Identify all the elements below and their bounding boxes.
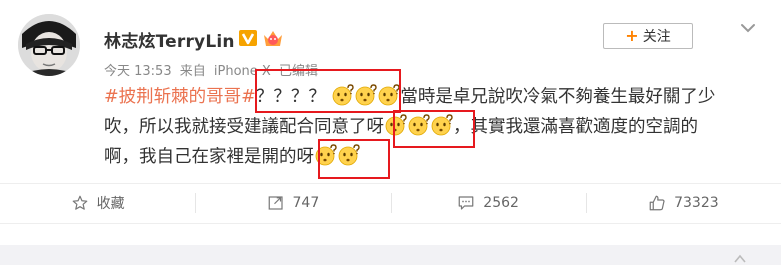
emoji-group-1 bbox=[331, 84, 400, 107]
confused-face-emoji bbox=[431, 114, 453, 136]
edited-label[interactable]: 已编辑 bbox=[279, 64, 318, 79]
repost-icon bbox=[268, 196, 283, 210]
content-line-1: 當時是卓兄說吹冷氣不夠養生最好關了少 bbox=[400, 87, 716, 107]
thumbs-up-icon bbox=[649, 195, 665, 211]
chevron-down-icon[interactable] bbox=[736, 16, 760, 40]
content-line-2-suffix: ，其實我還滿喜歡適度的空調的 bbox=[453, 117, 698, 137]
divider bbox=[0, 223, 781, 224]
member-crown-icon bbox=[264, 31, 282, 46]
chevron-up-icon[interactable] bbox=[734, 253, 746, 263]
like-button[interactable]: 73323 bbox=[585, 183, 781, 223]
plus-icon: + bbox=[625, 26, 639, 45]
action-bar: 收藏 747 2562 73323 bbox=[0, 183, 781, 223]
username[interactable]: 林志炫TerryLin bbox=[104, 27, 235, 52]
confused-face-emoji bbox=[385, 114, 407, 136]
repost-count: 747 bbox=[292, 195, 320, 211]
emoji-group-2 bbox=[384, 114, 453, 137]
verified-v-badge-icon bbox=[239, 30, 257, 46]
confused-face-emoji bbox=[355, 84, 377, 106]
comment-count: 2562 bbox=[483, 195, 519, 211]
comment-icon bbox=[458, 196, 474, 210]
post-meta: 今天 13:53 来自 iPhone X 已编辑 bbox=[104, 60, 322, 79]
confused-face-emoji bbox=[378, 84, 400, 106]
confused-face-emoji bbox=[332, 84, 354, 106]
content-line-3-prefix: 啊，我自己在家裡是開的呀 bbox=[104, 147, 314, 167]
hashtag-link[interactable]: #披荆斩棘的哥哥# bbox=[104, 87, 256, 107]
favorite-button[interactable]: 收藏 bbox=[0, 183, 195, 223]
content-line-2-prefix: 吹，所以我就接受建議配合同意了呀 bbox=[104, 117, 384, 137]
post-time[interactable]: 今天 13:53 bbox=[104, 64, 172, 79]
confused-face-emoji bbox=[315, 144, 337, 166]
post-content: #披荆斩棘的哥哥#？？？？ 當時是卓兄說吹冷氣不夠養生最好關了少 吹，所以我就接… bbox=[104, 82, 744, 172]
follow-button[interactable]: + 关注 bbox=[603, 23, 693, 49]
favorite-label: 收藏 bbox=[96, 196, 125, 212]
confused-face-emoji bbox=[408, 114, 430, 136]
confused-face-emoji bbox=[338, 144, 360, 166]
source-prefix: 来自 bbox=[179, 64, 206, 79]
follow-label: 关注 bbox=[642, 29, 671, 45]
repost-button[interactable]: 747 bbox=[195, 183, 390, 223]
device-source: iPhone X bbox=[213, 64, 271, 79]
star-icon bbox=[72, 195, 87, 210]
question-marks: ？？？？ bbox=[255, 87, 326, 107]
emoji-group-3 bbox=[314, 144, 360, 167]
comment-area bbox=[0, 245, 781, 265]
comment-button[interactable]: 2562 bbox=[390, 183, 586, 223]
weibo-post-card: 林志炫TerryLin + 关注 今天 13:53 来自 iPhone X 已编… bbox=[0, 0, 781, 265]
like-count: 73323 bbox=[674, 195, 719, 211]
avatar[interactable] bbox=[18, 14, 80, 76]
